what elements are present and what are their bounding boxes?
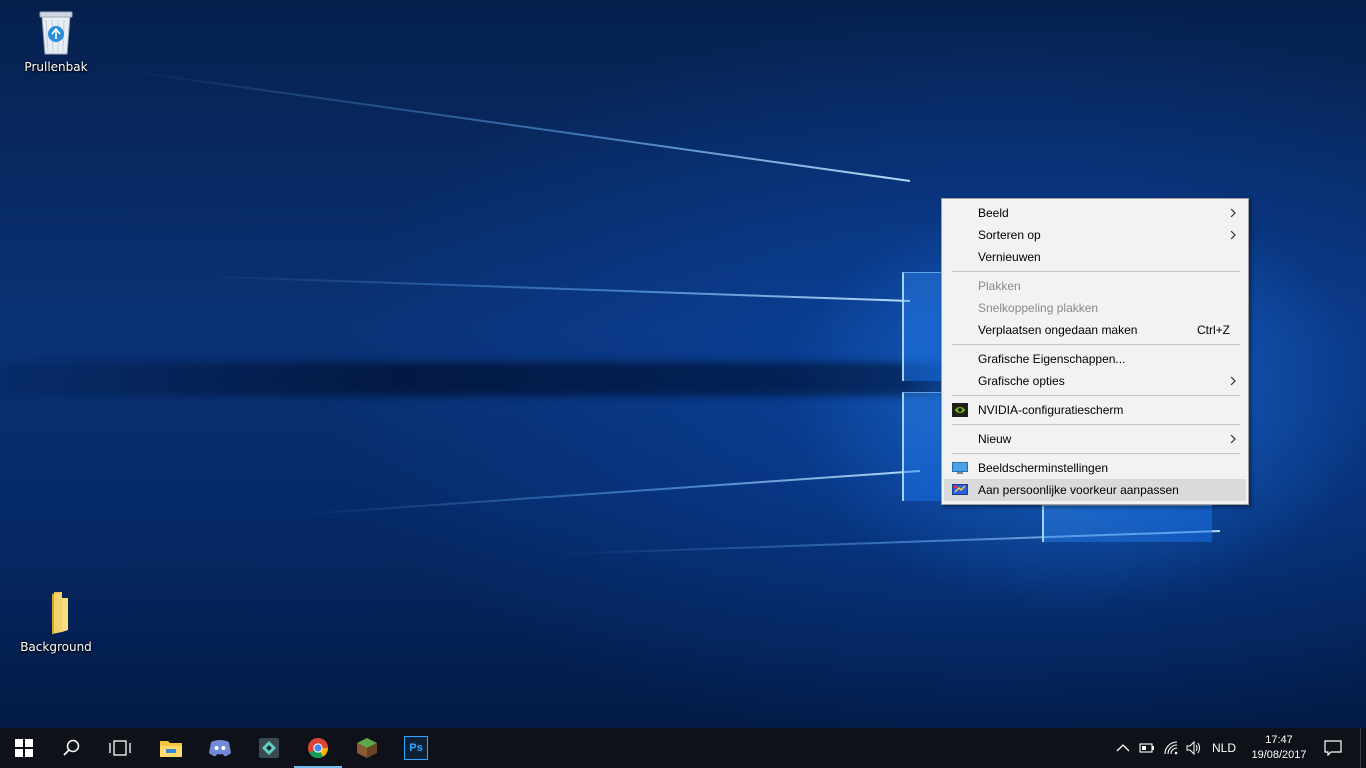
wallpaper-window-pane xyxy=(902,272,944,381)
input-language-indicator[interactable]: NLD xyxy=(1212,741,1236,755)
menu-item-nieuw[interactable]: Nieuw xyxy=(944,428,1246,450)
menu-item-label: Snelkoppeling plakken xyxy=(978,301,1099,315)
discord-icon xyxy=(209,740,231,757)
search-button[interactable] xyxy=(48,728,96,768)
menu-item-label: Verplaatsen ongedaan maken xyxy=(978,323,1138,337)
wallpaper-window-pane xyxy=(902,392,944,501)
menu-item-label: Plakken xyxy=(978,279,1021,293)
chevron-right-icon xyxy=(1230,434,1236,444)
menu-item-beeld[interactable]: Beeld xyxy=(944,202,1246,224)
menu-item-label: Vernieuwen xyxy=(978,250,1041,264)
menu-item-vernieuwen[interactable]: Vernieuwen xyxy=(944,246,1246,268)
file-explorer-icon xyxy=(160,741,182,757)
menu-separator xyxy=(952,344,1240,345)
volume-icon[interactable] xyxy=(1186,740,1202,756)
battery-icon[interactable] xyxy=(1139,740,1155,756)
menu-item-aan-persoonlijke-voorkeur-aanpassen[interactable]: Aan persoonlijke voorkeur aanpassen xyxy=(944,479,1246,501)
clock-time: 17:47 xyxy=(1265,734,1293,746)
desktop-icon-background-folder[interactable]: Background xyxy=(18,588,94,654)
show-desktop-button[interactable] xyxy=(1360,728,1366,768)
task-view-button[interactable] xyxy=(96,728,144,768)
menu-item-grafische-eigenschappen[interactable]: Grafische Eigenschappen... xyxy=(944,348,1246,370)
menu-separator xyxy=(952,453,1240,454)
taskbar-app-discord[interactable] xyxy=(196,728,244,768)
nvidia-icon xyxy=(952,403,968,417)
taskbar-app-file-explorer[interactable] xyxy=(147,728,195,768)
filmora-icon xyxy=(259,738,279,758)
task-view-icon xyxy=(109,740,131,756)
wallpaper-beam xyxy=(200,275,911,302)
menu-item-snelkoppeling-plakken: Snelkoppeling plakken xyxy=(944,297,1246,319)
taskbar: Ps NLD 17:47 19/08/2017 xyxy=(0,728,1366,768)
minecraft-icon xyxy=(357,738,377,758)
chevron-right-icon xyxy=(1230,230,1236,240)
windows-start-icon xyxy=(15,739,33,757)
menu-item-plakken: Plakken xyxy=(944,275,1246,297)
desktop-icon-recycle-bin[interactable]: Prullenbak xyxy=(18,8,94,74)
menu-item-label: Aan persoonlijke voorkeur aanpassen xyxy=(978,483,1179,497)
chevron-right-icon xyxy=(1230,376,1236,386)
menu-item-label: Nieuw xyxy=(978,432,1012,446)
menu-item-label: Beeldscherminstellingen xyxy=(978,461,1109,475)
menu-item-sorteren-op[interactable]: Sorteren op xyxy=(944,224,1246,246)
action-center-button[interactable] xyxy=(1310,728,1356,768)
recycle-bin-icon xyxy=(32,8,80,56)
menu-item-label: Sorteren op xyxy=(978,228,1041,242)
menu-item-grafische-opties[interactable]: Grafische opties xyxy=(944,370,1246,392)
search-icon xyxy=(63,739,80,756)
desktop[interactable]: Prullenbak Background Beeld Sorteren op … xyxy=(0,0,1366,728)
menu-item-shortcut: Ctrl+Z xyxy=(1197,323,1230,337)
personalize-icon xyxy=(952,484,968,495)
taskbar-app-minecraft[interactable] xyxy=(343,728,391,768)
chevron-up-icon[interactable] xyxy=(1115,740,1131,756)
menu-item-verplaatsen-ongedaan-maken[interactable]: Verplaatsen ongedaan maken Ctrl+Z xyxy=(944,319,1246,341)
taskbar-app-photoshop[interactable]: Ps xyxy=(392,728,440,768)
taskbar-app-chrome[interactable] xyxy=(294,728,342,768)
desktop-icon-label: Prullenbak xyxy=(24,60,88,74)
taskbar-app-filmora[interactable] xyxy=(245,728,293,768)
wallpaper-window-pane xyxy=(1042,505,1212,542)
chevron-right-icon xyxy=(1230,208,1236,218)
menu-item-nvidia-configuratiescherm[interactable]: NVIDIA-configuratiescherm xyxy=(944,399,1246,421)
photoshop-icon: Ps xyxy=(404,736,428,760)
menu-separator xyxy=(952,424,1240,425)
menu-item-label: Grafische Eigenschappen... xyxy=(978,352,1126,366)
menu-item-label: Grafische opties xyxy=(978,374,1065,388)
desktop-icon-label: Background xyxy=(20,640,92,654)
menu-separator xyxy=(952,395,1240,396)
menu-item-label: NVIDIA-configuratiescherm xyxy=(978,403,1124,417)
menu-item-beeldscherminstellingen[interactable]: Beeldscherminstellingen xyxy=(944,457,1246,479)
clock-date: 19/08/2017 xyxy=(1251,749,1307,761)
wallpaper-beam xyxy=(301,470,921,516)
wifi-icon[interactable] xyxy=(1163,740,1179,756)
display-icon xyxy=(952,462,968,474)
wallpaper-shadow-band xyxy=(0,362,1000,396)
chrome-icon xyxy=(308,738,329,759)
start-button[interactable] xyxy=(0,728,48,768)
desktop-context-menu: Beeld Sorteren op Vernieuwen Plakken Sne… xyxy=(941,198,1249,505)
menu-separator xyxy=(952,271,1240,272)
wallpaper-beam xyxy=(127,70,911,182)
folder-icon xyxy=(32,588,80,636)
menu-item-label: Beeld xyxy=(978,206,1009,220)
clock[interactable]: 17:47 19/08/2017 xyxy=(1246,733,1312,763)
action-center-icon xyxy=(1324,740,1342,756)
